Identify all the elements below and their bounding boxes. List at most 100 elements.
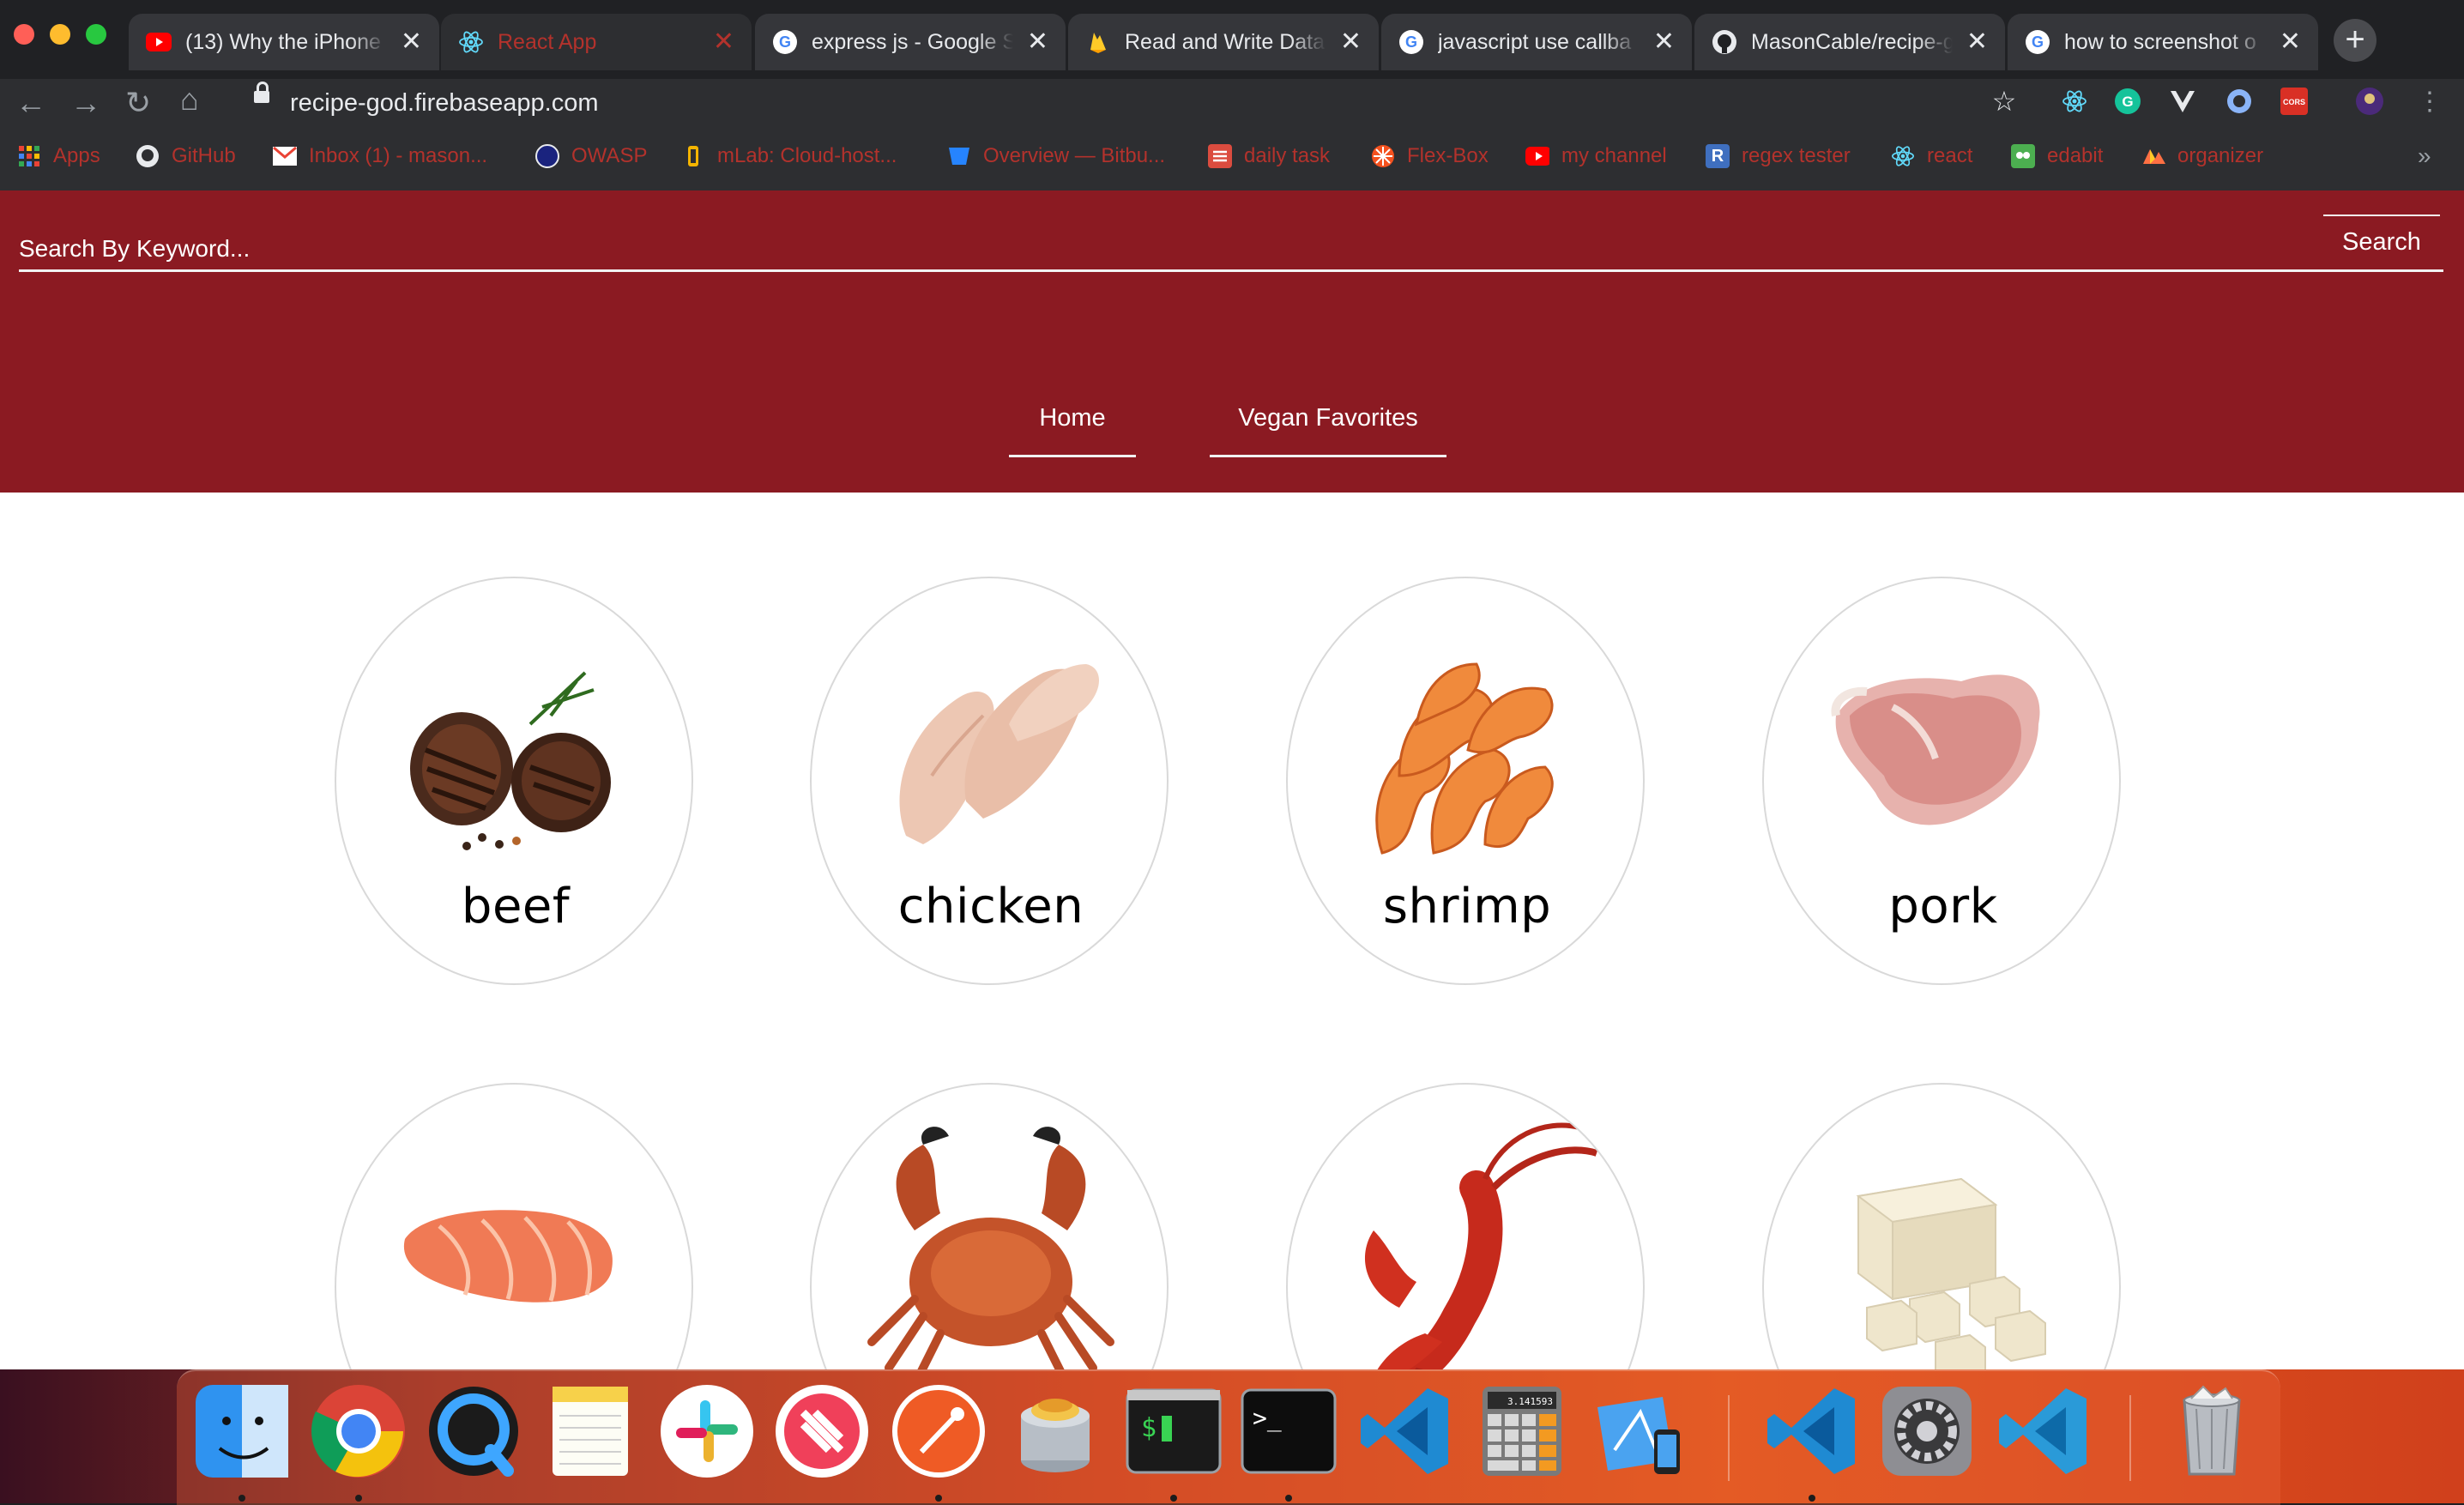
simulator-icon[interactable] (1589, 1381, 1688, 1481)
profile-avatar-icon[interactable] (2354, 86, 2385, 117)
tab-react-app[interactable]: React App ✕ (441, 14, 752, 70)
close-tab-icon[interactable]: ✕ (401, 29, 422, 55)
tab-title: express js - Google S (812, 29, 1013, 54)
bookmark-label: my channel (1561, 144, 1667, 167)
bookmarks-overflow-button[interactable]: » (2418, 142, 2431, 170)
category-card-lobster[interactable] (1286, 1083, 1645, 1369)
bookmark-my-channel[interactable]: my channel (1525, 141, 1667, 172)
close-window-button[interactable] (14, 24, 34, 45)
close-tab-icon[interactable]: ✕ (1340, 29, 1362, 55)
category-card-shrimp[interactable]: shrimp (1286, 577, 1645, 985)
iterm-icon[interactable]: $ (1124, 1381, 1223, 1481)
tab-google-callback[interactable]: G javascript use callba ✕ (1381, 14, 1692, 70)
bookmark-label: GitHub (172, 144, 236, 167)
browser-menu-icon[interactable]: ⋮ (2414, 86, 2445, 117)
bookmark-bitbucket[interactable]: Overview — Bitbu... (947, 141, 1165, 172)
tab-firebase-docs[interactable]: Read and Write Data ✕ (1068, 14, 1379, 70)
forward-icon[interactable]: → (70, 84, 101, 122)
category-card-pork[interactable]: pork (1762, 577, 2121, 985)
category-grid: beef chicken shrimp pork (0, 493, 2464, 1369)
bookmark-flexbox[interactable]: Flex-Box (1371, 141, 1489, 172)
terminal-icon[interactable]: >_ (1239, 1381, 1338, 1481)
tab-github[interactable]: MasonCable/recipe-g ✕ (1694, 14, 2005, 70)
reload-icon[interactable]: ↻ (125, 84, 151, 122)
system-preferences-icon[interactable] (1877, 1381, 1977, 1481)
salmon-image (403, 1210, 613, 1303)
running-indicator (1285, 1495, 1292, 1502)
tab-strip: (13) Why the iPhone ✕ React App ✕ G expr… (0, 0, 2464, 79)
search-button[interactable]: Search (2323, 215, 2440, 269)
new-tab-button[interactable]: + (2334, 19, 2376, 62)
running-indicator (1809, 1495, 1815, 1502)
search-underline (19, 269, 2443, 272)
address-bar[interactable]: recipe-god.firebaseapp.com (290, 86, 598, 120)
bookmark-regex-tester[interactable]: R regex tester (1706, 141, 1851, 172)
edabit-icon (2011, 144, 2035, 168)
close-tab-icon[interactable]: ✕ (1966, 29, 1988, 55)
bookmark-star-icon[interactable]: ☆ (1989, 86, 2020, 117)
close-tab-icon[interactable]: ✕ (713, 29, 734, 55)
zoom-window-button[interactable] (86, 24, 106, 45)
todoist-icon (1208, 144, 1232, 168)
category-card-beef[interactable]: beef (335, 577, 693, 985)
bookmark-apps[interactable]: Apps (17, 141, 100, 172)
bookmark-label: Apps (53, 144, 100, 167)
vue-devtools-icon[interactable] (2167, 86, 2198, 117)
notes-icon[interactable] (541, 1381, 640, 1481)
postman-icon[interactable] (889, 1381, 988, 1481)
svg-text:$: $ (1141, 1413, 1157, 1443)
bookmark-edabit[interactable]: edabit (2011, 141, 2103, 172)
site-header: Search Home Vegan Favorites (0, 190, 2464, 493)
bookmark-github[interactable]: GitHub (136, 141, 236, 172)
slack-icon[interactable] (657, 1381, 757, 1481)
finder-icon[interactable] (192, 1381, 292, 1481)
category-card-salmon[interactable] (335, 1083, 693, 1369)
vscode-insiders-icon[interactable] (1994, 1381, 2093, 1481)
close-tab-icon[interactable]: ✕ (1027, 29, 1048, 55)
nav-home-button[interactable]: Home (1009, 381, 1136, 457)
bookmark-label: regex tester (1742, 144, 1851, 167)
home-icon[interactable]: ⌂ (180, 81, 199, 118)
close-tab-icon[interactable]: ✕ (2280, 29, 2301, 55)
bookmark-mlab[interactable]: mLab: Cloud-host... (681, 141, 897, 172)
category-card-tofu[interactable] (1762, 1083, 2121, 1369)
react-devtools-icon[interactable] (2059, 86, 2090, 117)
extension-ring-icon[interactable] (2224, 86, 2255, 117)
svg-text:>_: >_ (1253, 1404, 1282, 1433)
bookmark-gmail[interactable]: Inbox (1) - mason... (273, 141, 487, 172)
lobster-image (1365, 1122, 1598, 1369)
tab-title: how to screenshot o (2064, 29, 2256, 54)
search-input[interactable] (19, 223, 2292, 275)
category-label: pork (1888, 879, 1998, 934)
tab-google-express[interactable]: G express js - Google S ✕ (755, 14, 1066, 70)
category-card-crab[interactable] (810, 1083, 1169, 1369)
dock-separator (1728, 1395, 1730, 1481)
minimize-window-button[interactable] (50, 24, 70, 45)
news-icon[interactable] (772, 1381, 872, 1481)
tab-youtube[interactable]: (13) Why the iPhone ✕ (129, 14, 439, 70)
chrome-icon[interactable] (309, 1381, 408, 1481)
category-card-chicken[interactable]: chicken (810, 577, 1169, 985)
bookmark-react[interactable]: react (1891, 141, 1972, 172)
tab-google-screenshot[interactable]: G how to screenshot o ✕ (2008, 14, 2318, 70)
bookmark-daily-task[interactable]: daily task (1208, 141, 1330, 172)
bookmark-owasp[interactable]: OWASP (535, 141, 647, 172)
flexbox-icon (1371, 144, 1395, 168)
vscode-icon[interactable] (1762, 1381, 1862, 1481)
bookmark-label: organizer (2177, 144, 2264, 167)
category-label: beef (461, 879, 571, 934)
react-icon (458, 29, 484, 55)
close-tab-icon[interactable]: ✕ (1653, 29, 1675, 55)
nav-vegan-favorites-button[interactable]: Vegan Favorites (1210, 381, 1446, 457)
sequel-pro-icon[interactable] (1006, 1381, 1105, 1481)
calculator-icon[interactable]: 3.141593 (1472, 1381, 1572, 1481)
trash-icon[interactable] (2162, 1381, 2262, 1481)
bookmark-organizer[interactable]: organizer (2141, 141, 2263, 172)
cors-extension-icon[interactable]: CORS (2279, 86, 2310, 117)
back-icon[interactable]: ← (15, 84, 46, 122)
quicktime-icon[interactable] (424, 1381, 523, 1481)
vscode-icon[interactable] (1356, 1381, 1455, 1481)
bookmarks-bar: Apps GitHub Inbox (1) - mason... OWASP m… (0, 127, 2464, 190)
grammarly-icon[interactable]: G (2112, 86, 2143, 117)
browser-toolbar: ← → ↻ ⌂ recipe-god.firebaseapp.com ☆ G C… (0, 79, 2464, 127)
